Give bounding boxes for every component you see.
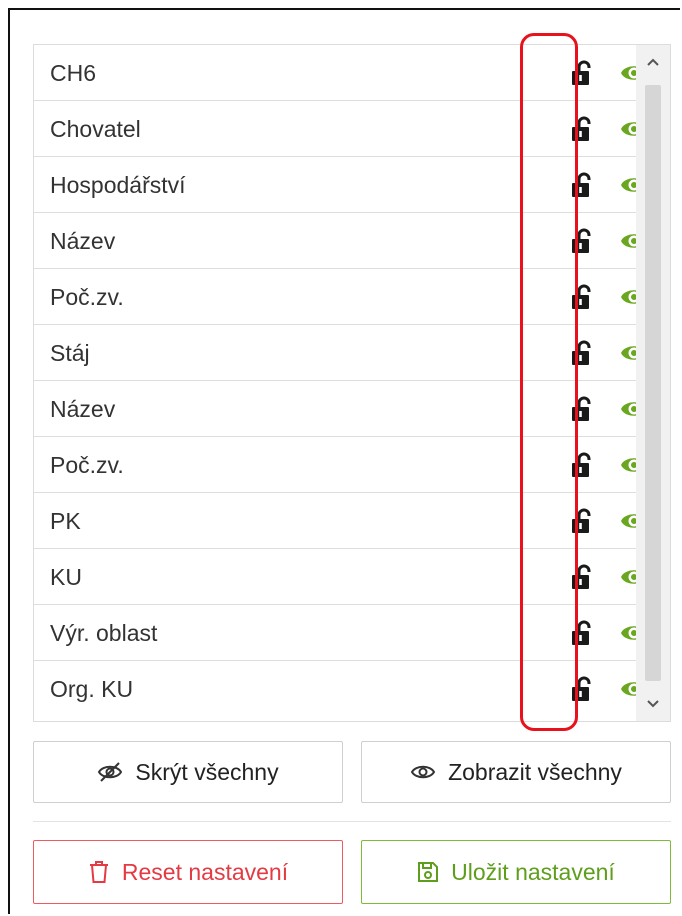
- column-label: Org. KU: [50, 676, 134, 702]
- column-label: Název: [50, 228, 116, 254]
- column-label: KU: [50, 564, 82, 590]
- column-label: Výr. oblast: [50, 620, 158, 646]
- unlocked-padlock-icon[interactable]: [571, 620, 595, 646]
- column-list: CH6 Chovatel Hospodářství Název Poč.zv. Stáj N…: [34, 45, 647, 717]
- column-row[interactable]: Stáj: [34, 325, 647, 381]
- column-label: CH6: [50, 60, 97, 86]
- column-row[interactable]: Org. KU: [34, 661, 647, 717]
- column-row[interactable]: CH6: [34, 45, 647, 101]
- column-label: Hospodářství: [50, 172, 186, 198]
- save-settings-button[interactable]: Uložit nastavení: [361, 840, 671, 904]
- divider: [33, 821, 671, 822]
- column-row[interactable]: Chovatel: [34, 101, 647, 157]
- column-list-panel: CH6 Chovatel Hospodářství Název Poč.zv. Stáj N…: [33, 44, 671, 722]
- column-row[interactable]: PK: [34, 493, 647, 549]
- floppy-disk-icon: [418, 862, 439, 882]
- column-label: Chovatel: [50, 116, 141, 142]
- hide-all-label: Skrýt všechny: [135, 758, 279, 785]
- scroll-up-button[interactable]: [636, 45, 670, 79]
- column-label: Poč.zv.: [50, 284, 124, 310]
- column-row[interactable]: Poč.zv.: [34, 437, 647, 493]
- column-row[interactable]: Název: [34, 381, 647, 437]
- unlocked-padlock-icon[interactable]: [571, 60, 595, 86]
- show-all-button[interactable]: Zobrazit všechny: [361, 741, 671, 803]
- trash-icon: [89, 861, 108, 883]
- vertical-scrollbar[interactable]: [636, 45, 670, 721]
- column-row[interactable]: Výr. oblast: [34, 605, 647, 661]
- unlocked-padlock-icon[interactable]: [571, 284, 595, 310]
- unlocked-padlock-icon[interactable]: [571, 116, 595, 142]
- hide-all-button[interactable]: Skrýt všechny: [33, 741, 343, 803]
- unlocked-padlock-icon[interactable]: [571, 396, 595, 422]
- chevron-up-icon: [647, 58, 659, 66]
- unlocked-padlock-icon[interactable]: [571, 676, 595, 702]
- column-row[interactable]: Hospodářství: [34, 157, 647, 213]
- column-label: PK: [50, 508, 81, 534]
- scroll-down-button[interactable]: [636, 687, 670, 721]
- eye-slash-icon: [98, 762, 123, 782]
- column-row[interactable]: KU: [34, 549, 647, 605]
- show-all-label: Zobrazit všechny: [448, 758, 622, 785]
- column-label: Poč.zv.: [50, 452, 124, 478]
- chevron-down-icon: [647, 700, 659, 708]
- reset-settings-label: Reset nastavení: [121, 858, 289, 885]
- unlocked-padlock-icon[interactable]: [571, 340, 595, 366]
- column-row[interactable]: Poč.zv.: [34, 269, 647, 325]
- reset-settings-button[interactable]: Reset nastavení: [33, 840, 343, 904]
- unlocked-padlock-icon[interactable]: [571, 228, 595, 254]
- unlocked-padlock-icon[interactable]: [571, 564, 595, 590]
- column-label: Stáj: [50, 340, 90, 366]
- unlocked-padlock-icon[interactable]: [571, 508, 595, 534]
- unlocked-padlock-icon[interactable]: [571, 172, 595, 198]
- column-row[interactable]: Název: [34, 213, 647, 269]
- unlocked-padlock-icon[interactable]: [571, 452, 595, 478]
- save-settings-label: Uložit nastavení: [451, 858, 615, 885]
- eye-outline-icon: [410, 765, 436, 779]
- scrollbar-thumb[interactable]: [645, 85, 661, 681]
- column-label: Název: [50, 396, 116, 422]
